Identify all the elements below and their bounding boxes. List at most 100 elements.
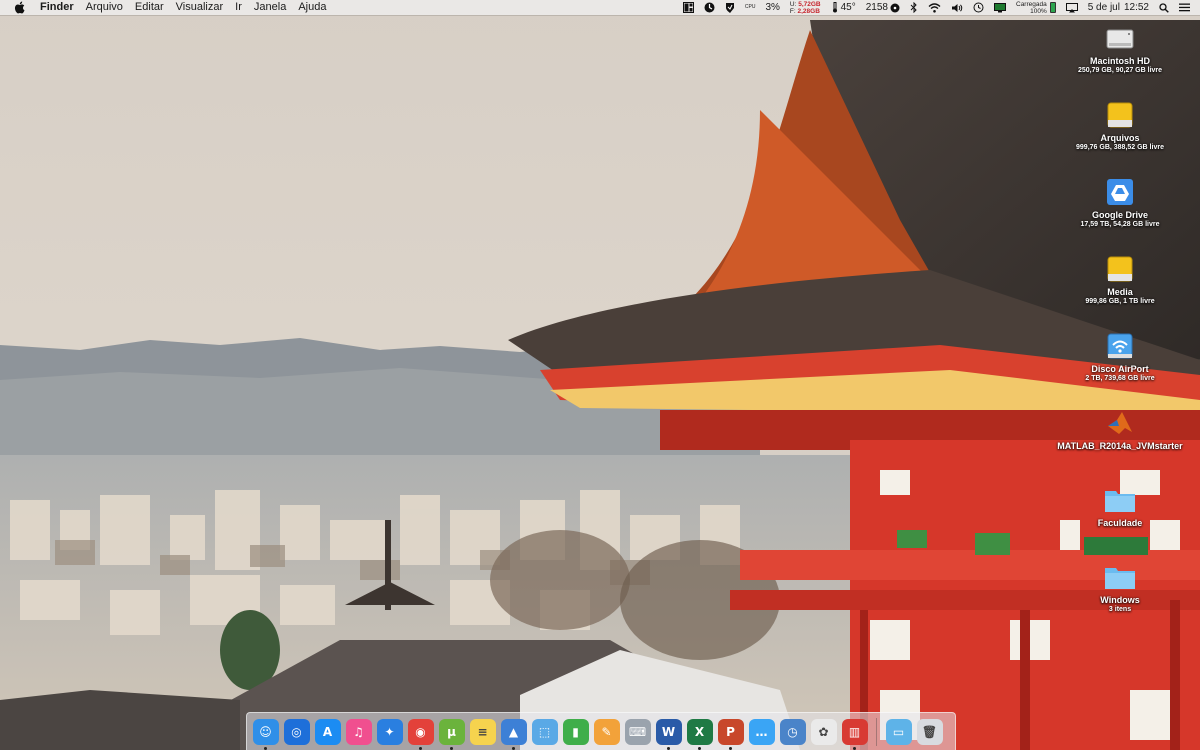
dock-item[interactable]: ⬚ xyxy=(531,718,559,746)
clock-icon: ◷ xyxy=(779,718,806,745)
matlab-icon xyxy=(1104,407,1136,439)
menu-ajuda[interactable]: Ajuda xyxy=(292,0,332,15)
running-indicator xyxy=(728,746,732,750)
preview-icon: ⬚ xyxy=(531,718,558,745)
airport-disk-icon xyxy=(1104,330,1136,362)
timer-icon[interactable] xyxy=(699,2,720,13)
menu-visualizar[interactable]: Visualizar xyxy=(170,0,230,15)
desktop-icon-google-drive[interactable]: Google Drive 17,59 TB, 54,28 GB livre xyxy=(1050,176,1190,228)
menu-arquivo[interactable]: Arquivo xyxy=(80,0,129,15)
airdrop-icon: ◎ xyxy=(283,718,310,745)
menu-date: 5 de jul xyxy=(1087,2,1120,13)
dock-item[interactable]: ◉ xyxy=(407,718,435,750)
running-indicator xyxy=(449,746,453,750)
dock-item[interactable]: ◎ xyxy=(283,718,311,746)
notes-icon: ≡ xyxy=(469,718,496,745)
numbers-icon: ▮ xyxy=(562,718,589,745)
memory-usage[interactable]: U: 5,72GB F: 2,28GB xyxy=(785,1,826,15)
menu-ir[interactable]: Ir xyxy=(229,0,248,15)
dock-item[interactable]: 🗑 xyxy=(916,718,944,746)
folder-icon xyxy=(1104,561,1136,593)
dock-item[interactable]: P xyxy=(717,718,745,750)
itunes-icon: ♫ xyxy=(345,718,372,745)
desktop-icon-windows[interactable]: Windows 3 itens xyxy=(1050,561,1190,613)
messages-icon: … xyxy=(748,718,775,745)
mem-free-label: F: xyxy=(789,7,796,15)
external-disk-icon xyxy=(1104,99,1136,131)
shield-icon[interactable] xyxy=(720,2,740,13)
cpu-label: CPU xyxy=(744,4,756,11)
desktop-icon-media[interactable]: Media 999,86 GB, 1 TB livre xyxy=(1050,253,1190,305)
desktop-icon-faculdade[interactable]: Faculdade xyxy=(1050,484,1190,528)
parallels-icon: ▥ xyxy=(841,718,868,745)
temperature[interactable]: 45° xyxy=(826,2,861,13)
dock-item[interactable]: ⌨ xyxy=(624,718,652,746)
time-machine-icon[interactable] xyxy=(968,2,989,13)
photos-icon: ✿ xyxy=(810,718,837,745)
dock-item[interactable]: ≡ xyxy=(469,718,497,746)
desktop-icon-macintosh-hd[interactable]: Macintosh HD 250,79 GB, 90,27 GB livre xyxy=(1050,22,1190,74)
dock-item[interactable]: ♫ xyxy=(345,718,373,746)
excel-icon: X xyxy=(686,718,713,745)
running-indicator xyxy=(852,746,856,750)
google-drive-icon xyxy=(1104,176,1136,208)
folder-icon xyxy=(1104,484,1136,516)
display-icon[interactable] xyxy=(1061,2,1083,13)
menu-editar[interactable]: Editar xyxy=(129,0,170,15)
dock-item[interactable]: A xyxy=(314,718,342,746)
bluetooth-icon[interactable] xyxy=(905,2,923,13)
running-indicator xyxy=(511,746,515,750)
desktop-icon-matlab[interactable]: MATLAB_R2014a_JVMstarter xyxy=(1050,407,1190,451)
volume-icon[interactable] xyxy=(946,3,968,13)
wallpaper xyxy=(0,0,1200,750)
layout-icon[interactable] xyxy=(678,2,699,13)
dock-item[interactable]: W xyxy=(655,718,683,750)
fan-speed[interactable]: 2158 xyxy=(861,2,905,13)
running-indicator xyxy=(263,746,267,750)
screen-share-icon[interactable] xyxy=(989,2,1011,13)
keynote-icon: ▲ xyxy=(500,718,527,745)
menu-bar: Finder Arquivo Editar Visualizar Ir Jane… xyxy=(0,0,1200,15)
running-indicator xyxy=(697,746,701,750)
dock-item[interactable]: ▮ xyxy=(562,718,590,746)
mem-used-label: U: xyxy=(789,0,797,8)
downloads-folder-icon: ▭ xyxy=(885,718,912,745)
dock-item[interactable]: ☺ xyxy=(252,718,280,750)
fan-icon xyxy=(890,3,900,12)
desktop-icon-arquivos[interactable]: Arquivos 999,76 GB, 388,52 GB livre xyxy=(1050,99,1190,151)
menu-app-name[interactable]: Finder xyxy=(38,0,80,15)
menu-time: 12:52 xyxy=(1123,2,1149,13)
mem-used: 5,72GB xyxy=(798,0,821,8)
dock-item[interactable]: µ xyxy=(438,718,466,750)
safari-icon: ✦ xyxy=(376,718,403,745)
dock-item[interactable]: ▲ xyxy=(500,718,528,750)
battery-status[interactable]: Carregada 100% xyxy=(1011,1,1061,15)
dock-item[interactable]: ✦ xyxy=(376,718,404,746)
dock-item[interactable]: ▭ xyxy=(885,718,913,746)
trash-icon: 🗑 xyxy=(916,718,943,745)
dock-item[interactable]: X xyxy=(686,718,714,750)
wifi-icon[interactable] xyxy=(923,2,946,13)
dock-item[interactable]: ✎ xyxy=(593,718,621,746)
notification-center-icon[interactable] xyxy=(1174,3,1200,12)
dock-item[interactable]: ✿ xyxy=(810,718,838,746)
menu-janela[interactable]: Janela xyxy=(248,0,292,15)
cpu-usage[interactable]: 3% xyxy=(760,2,784,13)
mem-free: 2,28GB xyxy=(797,7,820,15)
clock-date[interactable]: 5 de jul 12:52 xyxy=(1083,2,1154,13)
running-indicator xyxy=(666,746,670,750)
powerpoint-icon: P xyxy=(717,718,744,745)
internal-disk-icon xyxy=(1104,22,1136,54)
pages-icon: ✎ xyxy=(593,718,620,745)
finder-icon: ☺ xyxy=(252,718,279,745)
spotlight-search-icon[interactable] xyxy=(1154,2,1174,13)
keyboard-icon: ⌨ xyxy=(624,718,651,745)
dock-separator xyxy=(876,717,877,746)
dock-item[interactable]: … xyxy=(748,718,776,746)
dock-item[interactable]: ◷ xyxy=(779,718,807,746)
chrome-icon: ◉ xyxy=(407,718,434,745)
apple-icon[interactable] xyxy=(12,0,26,15)
dock-item[interactable]: ▥ xyxy=(841,718,869,750)
running-indicator xyxy=(418,746,422,750)
desktop-icon-disco-airport[interactable]: Disco AirPort 2 TB, 739,68 GB livre xyxy=(1050,330,1190,382)
